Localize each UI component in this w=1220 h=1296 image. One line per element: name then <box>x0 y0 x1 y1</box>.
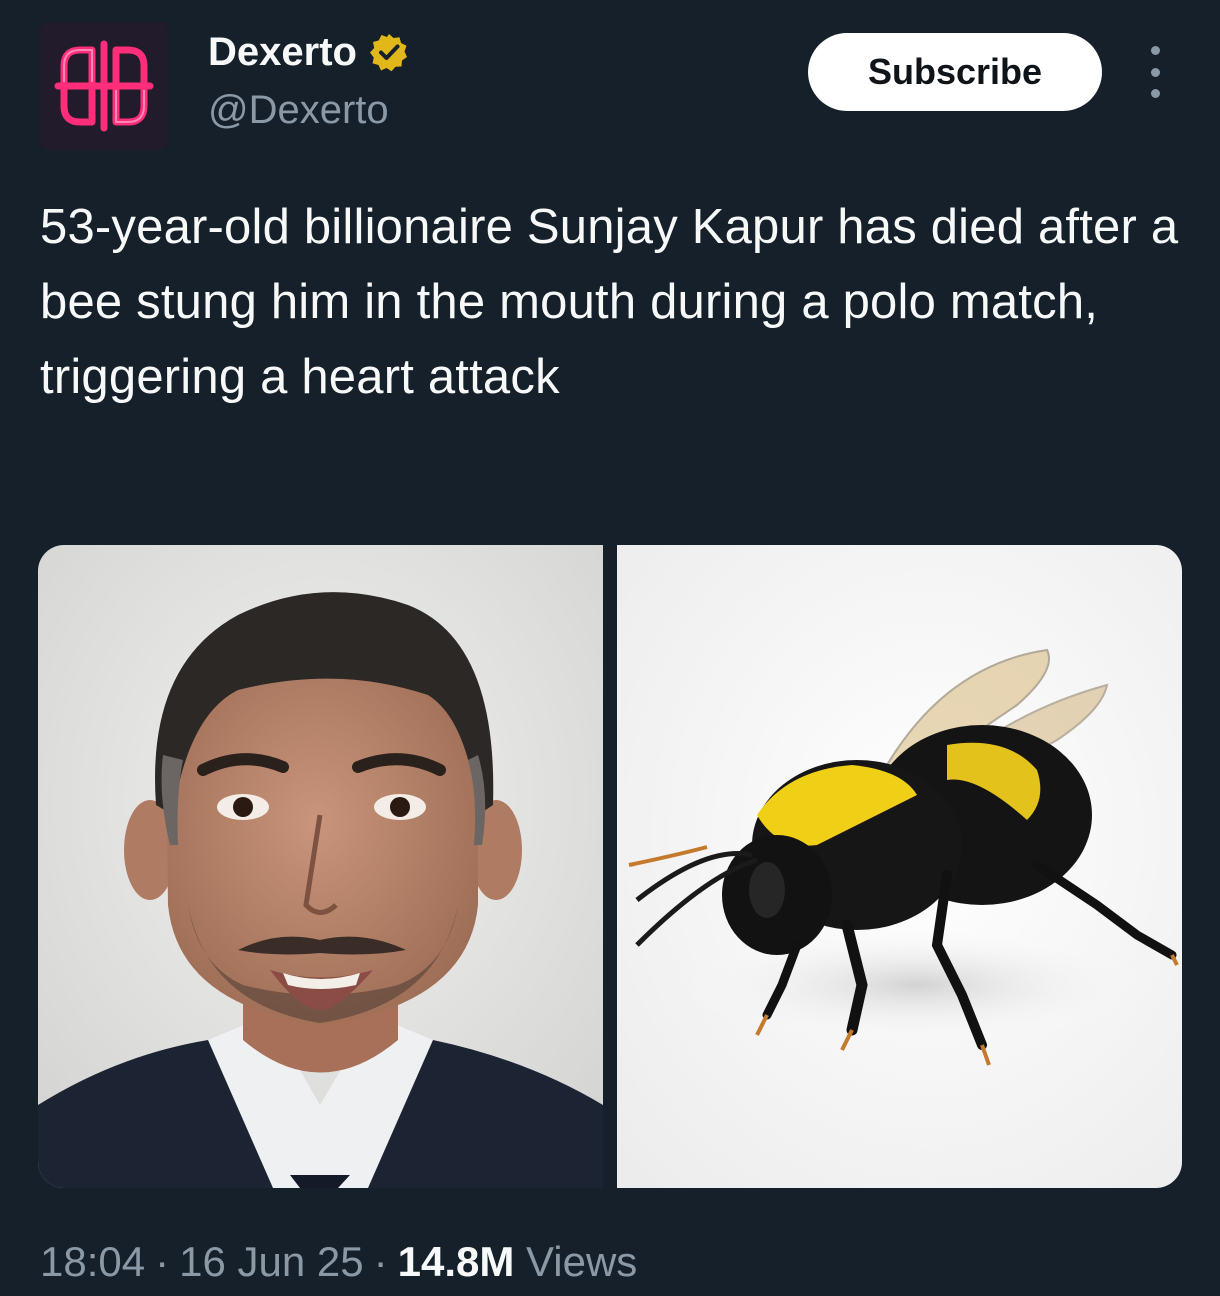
meta-separator: · <box>373 1238 388 1285</box>
author-display-name[interactable]: Dexerto <box>208 28 357 76</box>
meta-separator: · <box>155 1238 170 1285</box>
tweet-time[interactable]: 18:04 <box>40 1238 145 1285</box>
views-count[interactable]: 14.8M <box>398 1238 515 1285</box>
subscribe-button[interactable]: Subscribe <box>808 33 1102 111</box>
tweet-meta: 18:04 · 16 Jun 25 · 14.8M Views <box>40 1236 637 1288</box>
media-photo-bee[interactable] <box>617 545 1182 1188</box>
more-dot <box>1150 46 1160 55</box>
author-name-row[interactable]: Dexerto <box>208 28 409 76</box>
dexerto-logo-icon <box>40 22 168 150</box>
verified-badge-icon[interactable] <box>369 32 409 72</box>
bumblebee-photo-icon <box>617 545 1182 1188</box>
more-vertical-icon[interactable] <box>1140 46 1170 98</box>
media-photo-portrait[interactable] <box>38 545 603 1188</box>
views-label[interactable]: Views <box>526 1238 637 1285</box>
more-dot <box>1150 89 1160 98</box>
tweet-date[interactable]: 16 Jun 25 <box>179 1238 364 1285</box>
more-dot <box>1150 67 1160 77</box>
tweet-text: 53-year-old billionaire Sunjay Kapur has… <box>40 200 1179 404</box>
author-handle[interactable]: @Dexerto <box>208 86 389 134</box>
avatar[interactable] <box>40 22 168 150</box>
media-grid <box>38 545 1182 1188</box>
portrait-photo-icon <box>38 545 603 1188</box>
